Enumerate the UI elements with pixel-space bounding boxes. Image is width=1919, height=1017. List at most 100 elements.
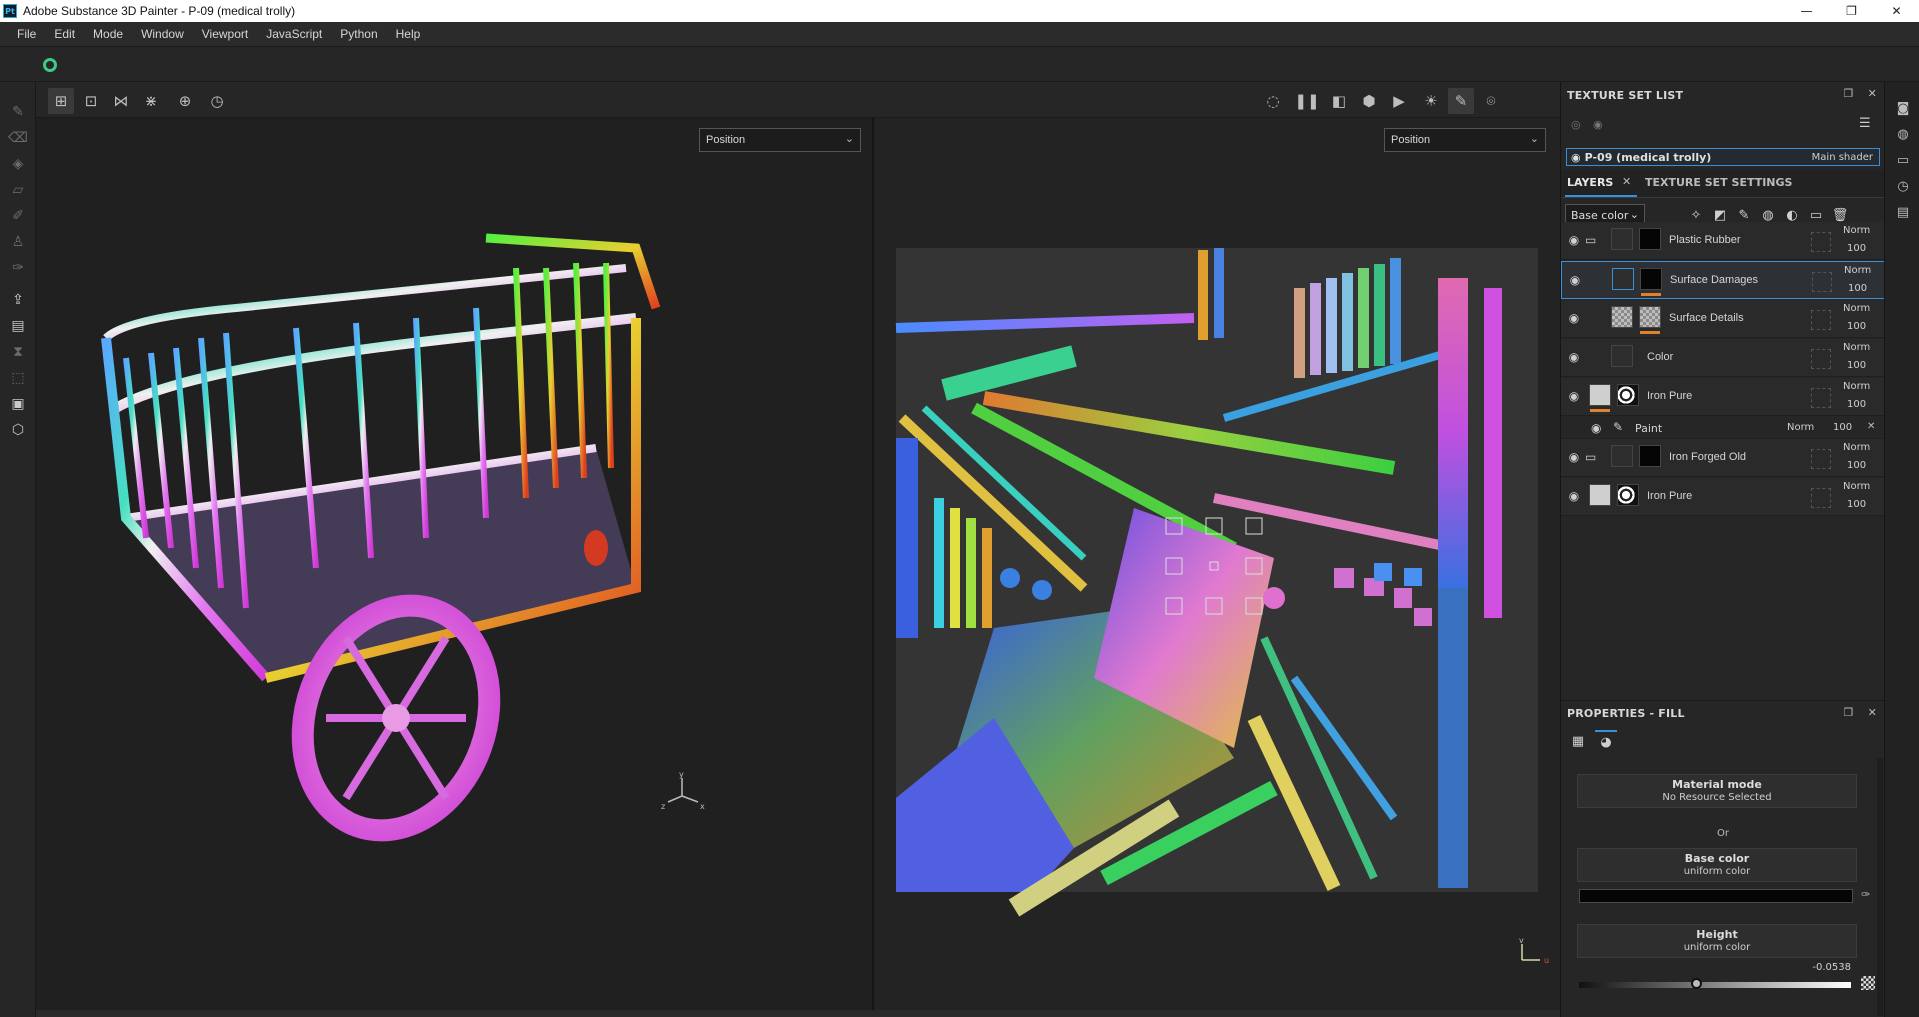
- split-view-icon[interactable]: ◧: [1326, 88, 1352, 114]
- eye-icon[interactable]: ◉: [1567, 233, 1581, 247]
- blend-mode[interactable]: Norm: [1843, 442, 1870, 453]
- menu-python[interactable]: Python: [331, 27, 386, 41]
- log-icon[interactable]: ▤: [1895, 204, 1911, 220]
- blend-mode[interactable]: Norm: [1844, 265, 1871, 276]
- layer-row[interactable]: ◉ Iron Pure Norm 100: [1561, 478, 1885, 516]
- mirror-x-icon[interactable]: ⋈: [108, 88, 134, 114]
- menu-mode[interactable]: Mode: [84, 27, 132, 41]
- base-color-box[interactable]: Base color uniform color: [1577, 848, 1857, 882]
- display-settings-icon[interactable]: ▣: [8, 394, 28, 414]
- eye-icon[interactable]: ◉: [1567, 311, 1581, 325]
- screenshot-camera-icon[interactable]: ⌾: [1478, 88, 1504, 114]
- folder-icon[interactable]: ▭: [1585, 450, 1601, 464]
- eye-icon[interactable]: ◉: [1567, 489, 1581, 503]
- remove-effect-icon[interactable]: ✕: [1867, 421, 1875, 432]
- blend-mode[interactable]: Norm: [1843, 225, 1870, 236]
- history-icon[interactable]: ◷: [1895, 178, 1911, 194]
- mask-slot[interactable]: [1811, 388, 1831, 408]
- color-picker-icon[interactable]: ✑: [8, 258, 28, 278]
- fill-settings-icon[interactable]: ▦: [1567, 730, 1589, 752]
- eye-icon[interactable]: ◉: [1591, 421, 1601, 435]
- base-color-swatch[interactable]: [1579, 889, 1853, 903]
- hide-icon[interactable]: ◌: [1260, 88, 1286, 114]
- layer-row[interactable]: ◉ ▭ Iron Forged Old Norm 100: [1561, 439, 1885, 477]
- pause-icon[interactable]: ❚❚: [1294, 88, 1320, 114]
- shader-label[interactable]: Main shader: [1812, 152, 1873, 163]
- opacity-value[interactable]: 100: [1847, 243, 1866, 254]
- material-icon[interactable]: ◕: [1595, 730, 1617, 752]
- texture-input-icon[interactable]: [1861, 976, 1875, 990]
- eye-icon[interactable]: ◉: [1567, 350, 1581, 364]
- opacity-value[interactable]: 100: [1847, 321, 1866, 332]
- close-tab-icon[interactable]: ✕: [1622, 175, 1631, 188]
- polygon-fill-icon[interactable]: ▱: [8, 180, 28, 200]
- view-2d3d-icon[interactable]: ⊞: [48, 88, 74, 114]
- eye-icon[interactable]: ◉: [1571, 151, 1581, 164]
- environment-icon[interactable]: ◍: [1895, 126, 1911, 142]
- lighting-icon[interactable]: ☀: [1418, 88, 1444, 114]
- menu-lines-icon[interactable]: ☰: [1859, 116, 1871, 131]
- mask-thumbnail[interactable]: [1639, 306, 1661, 328]
- mask-thumbnail[interactable]: [1640, 268, 1662, 290]
- viewer-settings-icon[interactable]: ◙: [1895, 100, 1911, 116]
- add-icon[interactable]: ⊕: [172, 88, 198, 114]
- blend-mode[interactable]: Norm: [1843, 381, 1870, 392]
- layer-row[interactable]: ◉ Iron Pure Norm 100: [1561, 378, 1885, 416]
- grid-icon[interactable]: ⊡: [78, 88, 104, 114]
- opacity-value[interactable]: 100: [1847, 460, 1866, 471]
- layer-row[interactable]: ◉ Surface Damages Norm 100: [1561, 261, 1885, 299]
- eyedropper-icon[interactable]: ✑: [1861, 888, 1870, 901]
- blend-mode[interactable]: Norm: [1843, 303, 1870, 314]
- viewport-3d[interactable]: Position ⌄ y x z: [36, 118, 872, 1010]
- sub-layer-row[interactable]: ◉ ✎ Paint Norm 100 ✕: [1561, 417, 1885, 439]
- cube-icon[interactable]: ⬢: [1356, 88, 1382, 114]
- display-icon[interactable]: ▭: [1895, 152, 1911, 168]
- material-mode-box[interactable]: Material mode No Resource Selected: [1577, 774, 1857, 808]
- minimize-button[interactable]: —: [1784, 0, 1829, 22]
- mask-slot[interactable]: [1811, 310, 1831, 330]
- hide-all-icon[interactable]: ◎: [1571, 118, 1581, 131]
- height-value[interactable]: -0.0538: [1781, 962, 1851, 973]
- blend-mode[interactable]: Norm: [1787, 422, 1814, 433]
- tab-texture-set-settings[interactable]: TEXTURE SET SETTINGS: [1645, 176, 1792, 189]
- eye-icon[interactable]: ◉: [1568, 273, 1582, 287]
- menu-javascript[interactable]: JavaScript: [257, 27, 331, 41]
- maximize-button[interactable]: ❐: [1829, 0, 1874, 22]
- menu-viewport[interactable]: Viewport: [193, 27, 257, 41]
- opacity-value[interactable]: 100: [1848, 283, 1867, 294]
- viewport-2d[interactable]: Position ⌄ v u: [874, 118, 1560, 1010]
- mirror-y-icon[interactable]: ⋇: [138, 88, 164, 114]
- clone-stamp-icon[interactable]: ♙: [8, 232, 28, 252]
- shelf-icon[interactable]: ▤: [8, 316, 28, 336]
- mask-slot[interactable]: [1811, 449, 1831, 469]
- menu-edit[interactable]: Edit: [45, 27, 84, 41]
- camera-video-icon[interactable]: ▶: [1386, 88, 1412, 114]
- history-icon[interactable]: ◷: [204, 88, 230, 114]
- mask-thumbnail[interactable]: [1639, 228, 1661, 250]
- blend-mode[interactable]: Norm: [1843, 481, 1870, 492]
- layer-row[interactable]: ◉ ▭ Plastic Rubber Norm 100: [1561, 222, 1885, 260]
- mask-slot[interactable]: [1811, 488, 1831, 508]
- opacity-value[interactable]: 100: [1833, 422, 1852, 433]
- properties-scrollbar[interactable]: [1877, 758, 1883, 1016]
- layer-row[interactable]: ◉ Color Norm 100: [1561, 339, 1885, 377]
- undock-icon[interactable]: ❐: [1844, 87, 1854, 100]
- mask-slot[interactable]: [1811, 232, 1831, 252]
- eye-icon[interactable]: ◉: [1567, 450, 1581, 464]
- height-slider-handle[interactable]: [1691, 978, 1702, 989]
- eraser-icon[interactable]: ⌫: [8, 128, 28, 148]
- opacity-value[interactable]: 100: [1847, 499, 1866, 510]
- menu-help[interactable]: Help: [387, 27, 430, 41]
- smudge-icon[interactable]: ✐: [8, 206, 28, 226]
- mask-thumbnail[interactable]: [1617, 384, 1639, 406]
- mask-slot[interactable]: [1812, 272, 1832, 292]
- folder-icon[interactable]: ▭: [1585, 233, 1601, 247]
- texture-set-icon[interactable]: ⬡: [8, 420, 28, 440]
- close-button[interactable]: ✕: [1874, 0, 1919, 22]
- menu-window[interactable]: Window: [132, 27, 193, 41]
- undock-icon[interactable]: ❐: [1844, 706, 1854, 719]
- menu-file[interactable]: File: [8, 27, 45, 41]
- status-ring-icon[interactable]: [43, 58, 57, 72]
- projection-icon[interactable]: ◈: [8, 154, 28, 174]
- uv-tool-icon[interactable]: ⬚: [8, 368, 28, 388]
